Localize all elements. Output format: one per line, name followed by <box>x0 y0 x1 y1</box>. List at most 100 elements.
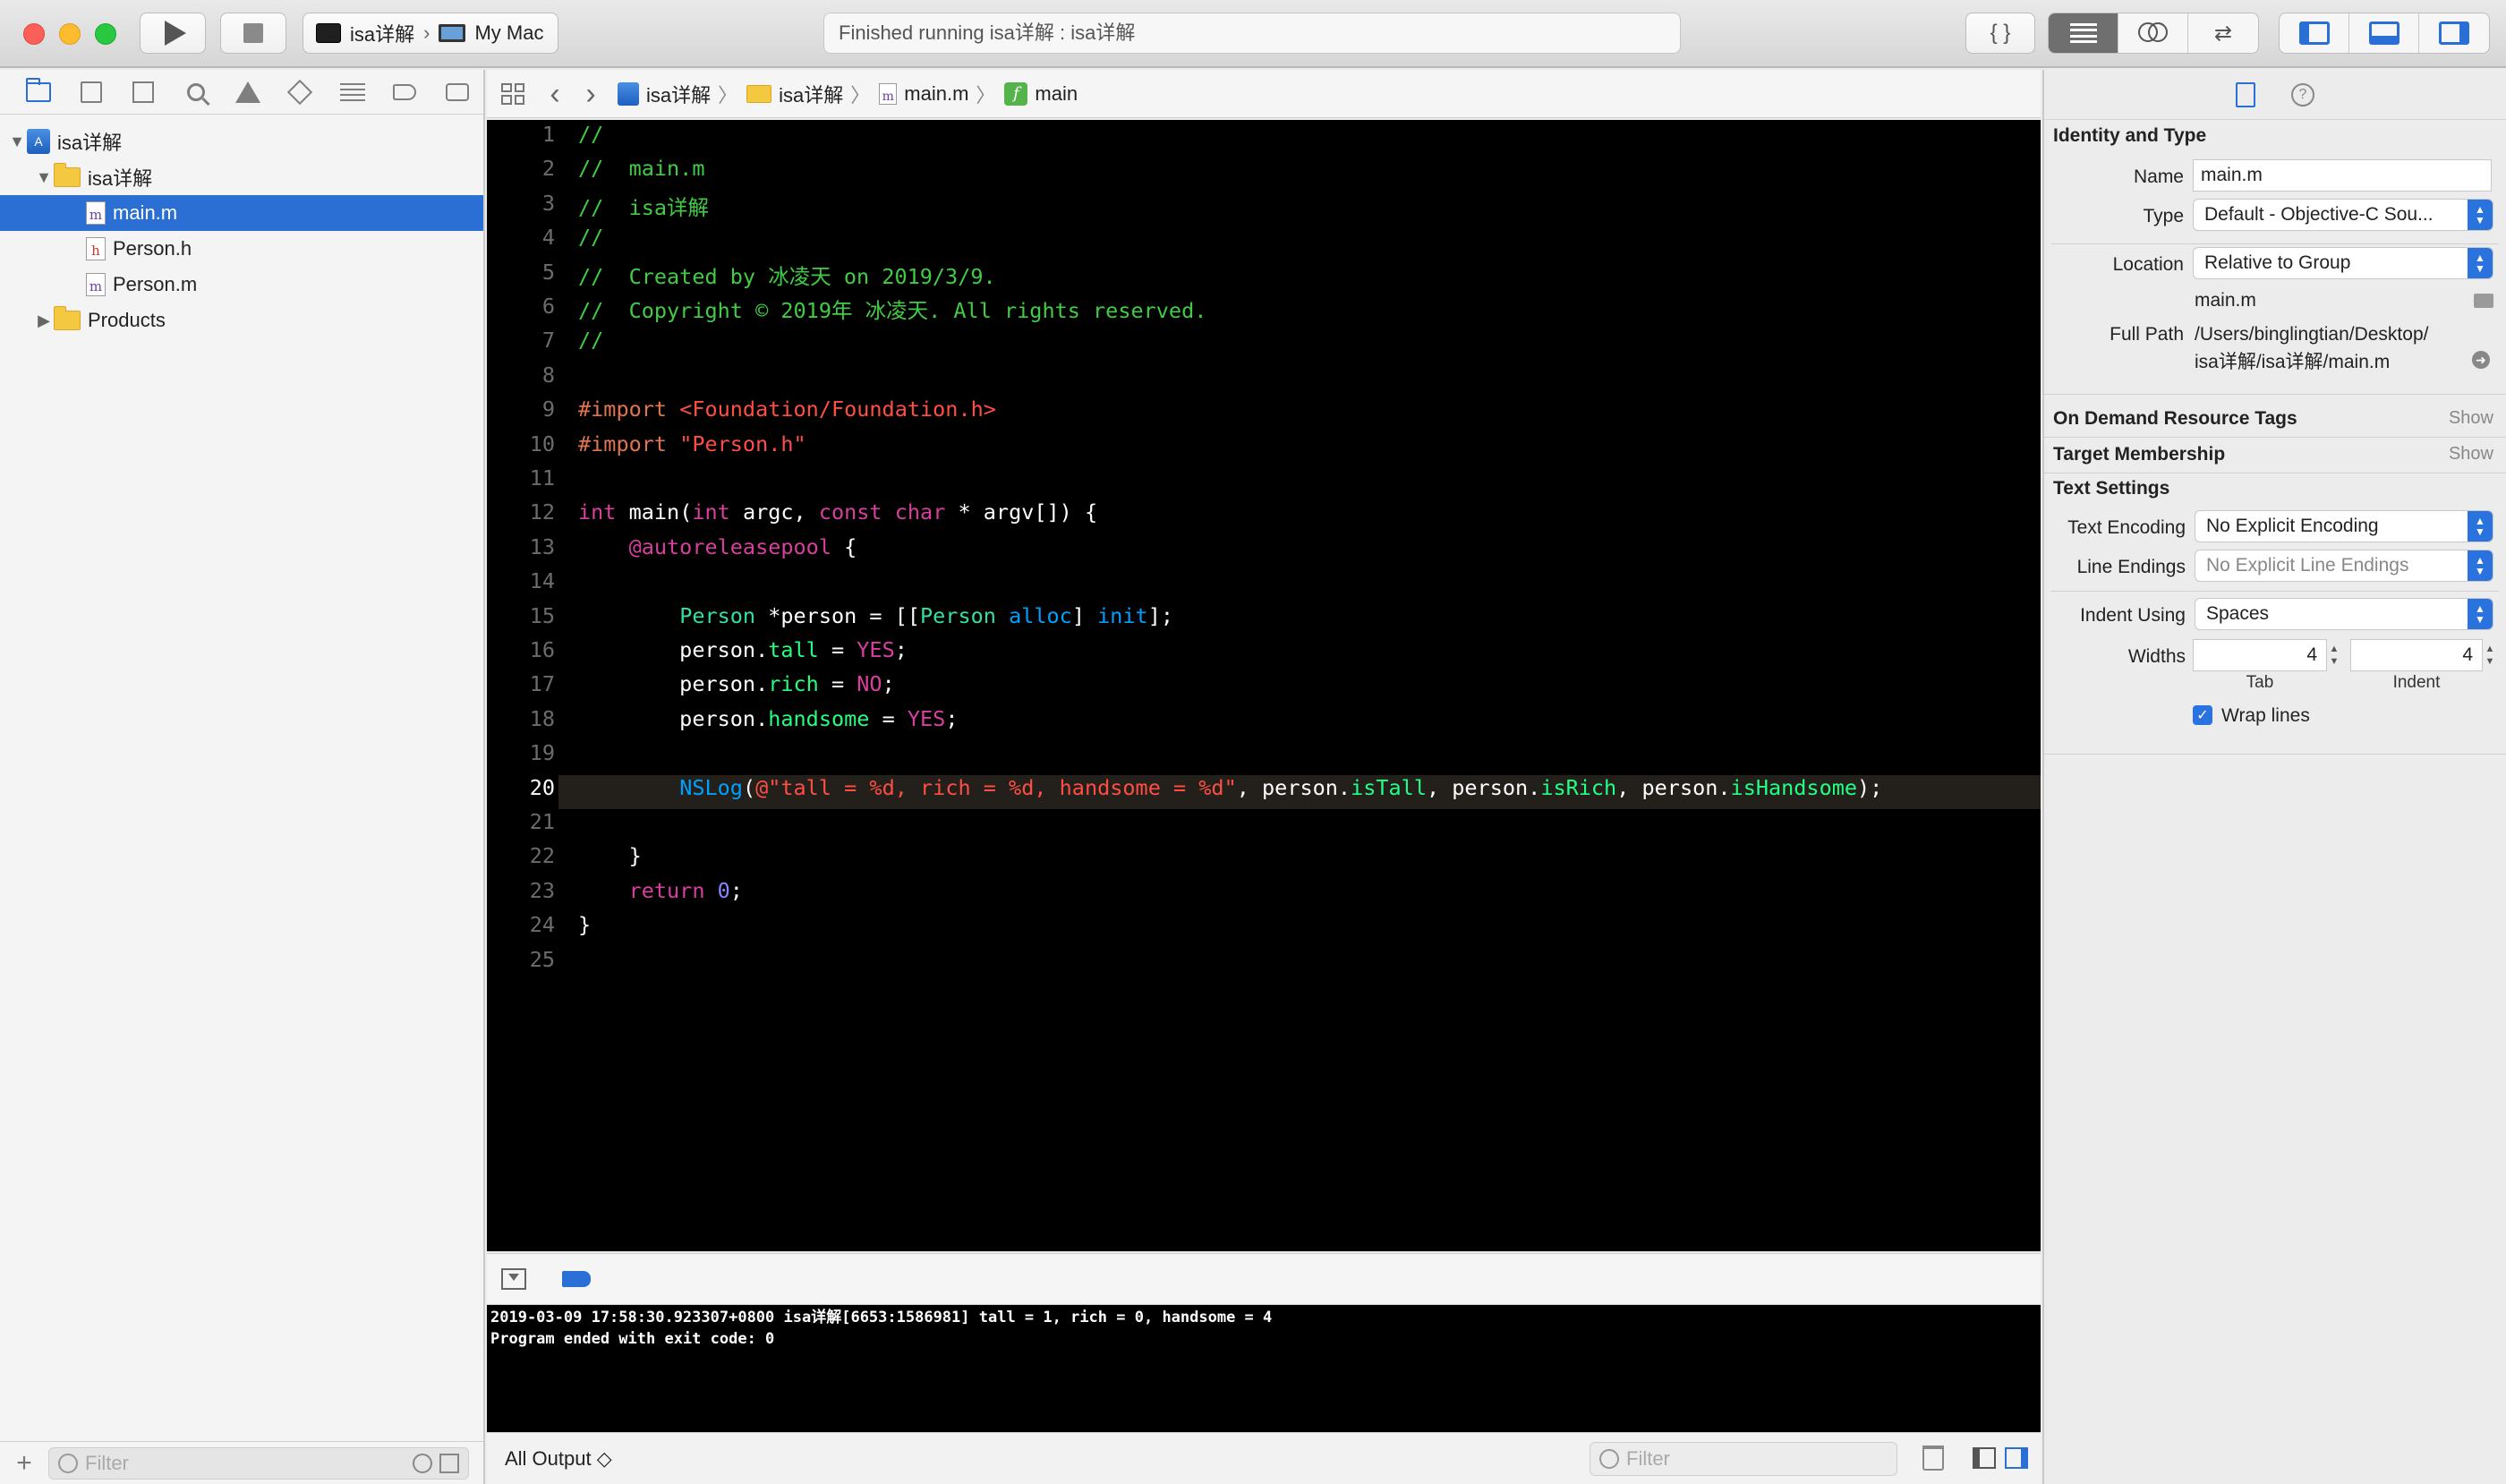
indent-width-stepper[interactable]: ▲ ▼ <box>2483 639 2497 671</box>
show-console-view-icon[interactable] <box>2005 1447 2028 1469</box>
tab-find-navigator[interactable] <box>169 70 221 115</box>
tree-item-label: main.m <box>113 201 178 224</box>
wrap-lines-checkbox[interactable]: ✓ <box>2193 705 2212 725</box>
line-number: 11 <box>529 465 555 490</box>
tree-item-main-m[interactable]: m main.m <box>0 195 483 231</box>
widths-label: Widths <box>2127 646 2186 667</box>
back-arrow-icon[interactable]: ‹ <box>537 79 573 109</box>
navigator-filter-field[interactable]: Filter <box>48 1446 469 1480</box>
run-button[interactable] <box>140 13 206 54</box>
debug-bar <box>487 1253 2041 1305</box>
minimize-window-button[interactable] <box>59 23 81 45</box>
reveal-in-finder-icon[interactable]: ➜ <box>2472 351 2490 369</box>
tree-item-person-m[interactable]: m Person.m <box>0 267 483 303</box>
tab-source-control[interactable] <box>64 70 116 115</box>
hide-debug-area-icon[interactable] <box>501 1268 526 1290</box>
bottom-panel-icon <box>2368 21 2399 45</box>
close-window-button[interactable] <box>23 23 45 45</box>
tab-project-navigator[interactable] <box>13 70 64 115</box>
code-line: // <box>578 122 604 147</box>
toggle-navigator-button[interactable] <box>2280 13 2349 53</box>
line-number: 6 <box>541 294 555 319</box>
assistant-editor-button[interactable] <box>2118 13 2188 53</box>
version-editor-button[interactable]: ⇄ <box>2188 13 2258 53</box>
location-label: Location <box>2112 254 2184 275</box>
target-show-button[interactable]: Show <box>2449 444 2493 465</box>
quick-help-icon[interactable]: ? <box>2291 82 2314 107</box>
jump-bar-group[interactable]: isa详解 <box>746 80 843 108</box>
related-items-icon[interactable] <box>501 82 524 105</box>
project-navigator: ▼ A isa详解 ▼ isa详解 m main.m h Person.h m … <box>0 70 485 1484</box>
line-endings-popup[interactable]: No Explicit Line Endings ▲ ▼ <box>2195 550 2493 582</box>
full-path-label: Full Path <box>2110 324 2184 345</box>
line-number: 1 <box>541 122 555 147</box>
tab-breakpoint-navigator[interactable] <box>379 70 430 115</box>
output-selector[interactable]: All Output ◇ <box>505 1447 612 1471</box>
trash-icon[interactable] <box>1922 1446 1944 1471</box>
recent-files-icon[interactable] <box>413 1453 432 1473</box>
zoom-window-button[interactable] <box>95 23 116 45</box>
divider <box>2051 243 2499 244</box>
chevron-right-icon: › <box>423 21 430 44</box>
tree-item-label: Person.h <box>113 237 192 260</box>
objc-file-icon: m <box>879 82 898 105</box>
indent-width-field[interactable]: 4 <box>2350 639 2483 671</box>
tab-debug-navigator[interactable] <box>327 70 379 115</box>
console-output[interactable]: 2019-03-09 17:58:30.923307+0800 isa详解[66… <box>487 1305 2041 1432</box>
location-file-name: main.m <box>2195 290 2256 311</box>
scheme-selector[interactable]: isa详解 › My Mac <box>303 13 558 54</box>
tree-item-label: isa详解 <box>88 167 153 190</box>
tree-item-products[interactable]: ▶ Products <box>0 303 483 338</box>
add-file-button[interactable]: + <box>0 1448 48 1479</box>
breakpoints-toggle-icon[interactable] <box>562 1271 591 1287</box>
line-number: 7 <box>541 328 555 354</box>
library-button[interactable]: { } <box>1965 13 2035 54</box>
tab-width-stepper[interactable]: ▲ ▼ <box>2327 639 2341 671</box>
jump-bar-symbol[interactable]: f main <box>1004 81 1078 106</box>
file-inspector-icon[interactable] <box>2236 81 2255 107</box>
line-number: 15 <box>529 602 555 628</box>
destination-name: My Mac <box>474 21 544 44</box>
code-line: #import "Person.h" <box>578 431 806 456</box>
source-control-filter-icon[interactable] <box>439 1453 459 1473</box>
choose-location-folder-icon[interactable] <box>2474 294 2493 308</box>
jump-bar-project[interactable]: isa详解 <box>618 80 711 108</box>
show-variables-view-icon[interactable] <box>1973 1447 1996 1469</box>
line-number: 9 <box>541 397 555 422</box>
editor-mode-group: ⇄ <box>2048 13 2259 54</box>
tree-item-group[interactable]: ▼ isa详解 <box>0 159 483 195</box>
odr-show-button[interactable]: Show <box>2449 408 2493 429</box>
tab-width-field[interactable]: 4 <box>2193 639 2327 671</box>
jump-bar-label: isa详解 <box>779 83 844 107</box>
location-popup[interactable]: Relative to Group ▲ ▼ <box>2193 247 2493 279</box>
console-filter-field[interactable]: Filter <box>1590 1442 1897 1476</box>
tree-item-person-h[interactable]: h Person.h <box>0 231 483 267</box>
tab-caption: Tab <box>2246 673 2274 692</box>
tab-test-navigator[interactable] <box>274 70 326 115</box>
stop-button[interactable] <box>220 13 286 54</box>
tree-item-project[interactable]: ▼ A isa详解 <box>0 124 483 159</box>
source-editor[interactable]: 1 2 3 4 5 6 7 8 9 10 11 12 13 14 15 16 17 18 19 20 21 22 23 24 2… <box>487 120 2041 1251</box>
tab-symbol-navigator[interactable] <box>117 70 169 115</box>
scheme-name: isa详解 <box>350 23 415 46</box>
jump-bar-file[interactable]: m main.m <box>879 82 968 106</box>
divider <box>2044 394 2506 395</box>
toggle-debug-area-button[interactable] <box>2349 13 2419 53</box>
encoding-popup[interactable]: No Explicit Encoding ▲ ▼ <box>2195 510 2493 542</box>
toggle-inspector-button[interactable] <box>2419 13 2489 53</box>
forward-arrow-icon[interactable]: › <box>573 79 609 109</box>
jump-bar: ‹ › isa详解 〉 isa详解 〉 m main.m 〉 f main <box>487 70 2041 118</box>
code-line: int main(int argc, const char * argv[]) … <box>578 499 1098 525</box>
indent-using-popup[interactable]: Spaces ▲ ▼ <box>2195 598 2493 630</box>
console-footer: All Output ◇ Filter <box>487 1432 2041 1484</box>
list-icon <box>339 82 365 101</box>
name-field[interactable]: main.m <box>2193 159 2492 192</box>
tab-issue-navigator[interactable] <box>222 70 274 115</box>
type-popup[interactable]: Default - Objective-C Sou... ▲ ▼ <box>2193 199 2493 231</box>
play-icon <box>165 21 186 46</box>
console-line: 2019-03-09 17:58:30.923307+0800 isa详解[66… <box>490 1309 1273 1326</box>
standard-editor-button[interactable] <box>2049 13 2118 53</box>
tab-report-navigator[interactable] <box>431 70 483 115</box>
popup-arrows-icon: ▲ ▼ <box>2468 511 2493 542</box>
lines-icon <box>2069 23 2097 43</box>
